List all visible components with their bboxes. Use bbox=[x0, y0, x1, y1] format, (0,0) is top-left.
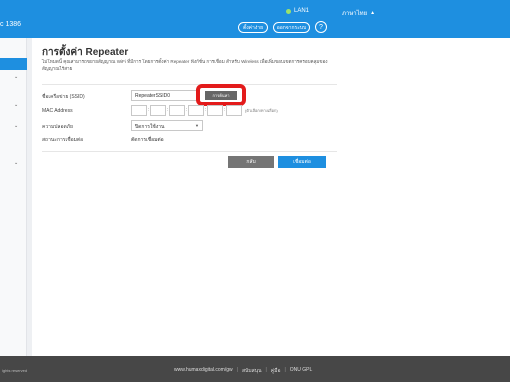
lan-status-label: LAN1 bbox=[294, 8, 310, 14]
mac-octet-field[interactable] bbox=[169, 105, 185, 116]
page-title: การตั้งค่า Repeater bbox=[42, 47, 129, 58]
caret-down-icon: ▲ bbox=[370, 10, 376, 16]
brand-text: c 1386 bbox=[0, 21, 22, 28]
lan-status-dot-icon bbox=[286, 8, 291, 14]
divider bbox=[42, 151, 337, 152]
lan-status: LAN1 bbox=[286, 8, 309, 14]
copyright-text: ights reserved bbox=[2, 368, 28, 373]
footer: ights reserved www.humaxdigital.com/gw |… bbox=[0, 356, 510, 382]
mac-octet-field[interactable] bbox=[188, 105, 204, 116]
scan-button[interactable]: การค้นหา bbox=[205, 91, 237, 100]
mac-octet-field[interactable] bbox=[150, 105, 166, 116]
security-select-value: ปิดการใช้งาน bbox=[135, 124, 165, 130]
chevron-down-icon[interactable]: ⌄ bbox=[14, 102, 18, 108]
mac-octet-field[interactable] bbox=[131, 105, 147, 116]
footer-separator: | bbox=[265, 367, 267, 373]
footer-separator: | bbox=[284, 367, 286, 373]
footer-link-website[interactable]: www.humaxdigital.com/gw bbox=[174, 367, 233, 375]
footer-link-manual[interactable]: คู่มือ bbox=[271, 367, 281, 375]
mac-octet-field[interactable] bbox=[207, 105, 223, 116]
divider bbox=[42, 84, 337, 85]
ssid-input[interactable]: RepeaterSSID0 bbox=[131, 90, 197, 101]
chevron-down-icon[interactable]: ⌄ bbox=[14, 123, 18, 129]
language-label: ภาษาไทย bbox=[342, 11, 368, 17]
chevron-down-icon[interactable]: ⌄ bbox=[14, 74, 18, 80]
main-panel: การตั้งค่า Repeater ไม่โหมดนี้ คุณสามารถ… bbox=[32, 38, 510, 356]
footer-link-support[interactable]: สนับสนุน bbox=[242, 367, 262, 375]
logout-button[interactable]: ออกจากระบบ bbox=[273, 22, 310, 33]
mac-label: MAC Address bbox=[42, 108, 73, 114]
easy-setup-button[interactable]: ตั้งค่าง่าย bbox=[238, 22, 268, 33]
mac-octet-field[interactable] bbox=[226, 105, 242, 116]
sidebar: ⌄ ⌄ ⌄ ⌄ bbox=[0, 38, 27, 356]
security-select[interactable]: ปิดการใช้งาน ▼ bbox=[131, 120, 203, 131]
chevron-down-icon: ▼ bbox=[195, 123, 199, 128]
chevron-down-icon[interactable]: ⌄ bbox=[14, 160, 18, 166]
top-header-bar: c 1386 LAN1 ภาษาไทย ▲ ตั้งค่าง่าย ออกจาก… bbox=[0, 0, 510, 38]
security-label: ความปลอดภัย bbox=[42, 124, 73, 130]
connection-status-value: ตัดการเชื่อมต่อ bbox=[131, 137, 164, 143]
footer-links: www.humaxdigital.com/gw | สนับสนุน | คู่… bbox=[174, 367, 312, 375]
help-icon[interactable]: ? bbox=[315, 21, 327, 33]
language-selector[interactable]: ภาษาไทย ▲ bbox=[342, 8, 375, 18]
back-button[interactable]: กลับ bbox=[228, 156, 274, 168]
ssid-label: ชื่อเครือข่าย (SSID) bbox=[42, 94, 85, 100]
connection-status-label: สถานะการเชื่อมต่อ bbox=[42, 137, 84, 143]
footer-link-license[interactable]: ONU GPL bbox=[290, 367, 313, 375]
sidebar-item-active[interactable] bbox=[0, 58, 27, 70]
page-description: ไม่โหมดนี้ คุณสามารถขยายสัญญาณ WiFi ที่ม… bbox=[42, 59, 328, 71]
mac-hint: (ตัวเลือก/ทางเลือก) bbox=[245, 108, 278, 113]
connect-button[interactable]: เชื่อมต่อ bbox=[278, 156, 326, 168]
footer-separator: | bbox=[236, 367, 238, 373]
